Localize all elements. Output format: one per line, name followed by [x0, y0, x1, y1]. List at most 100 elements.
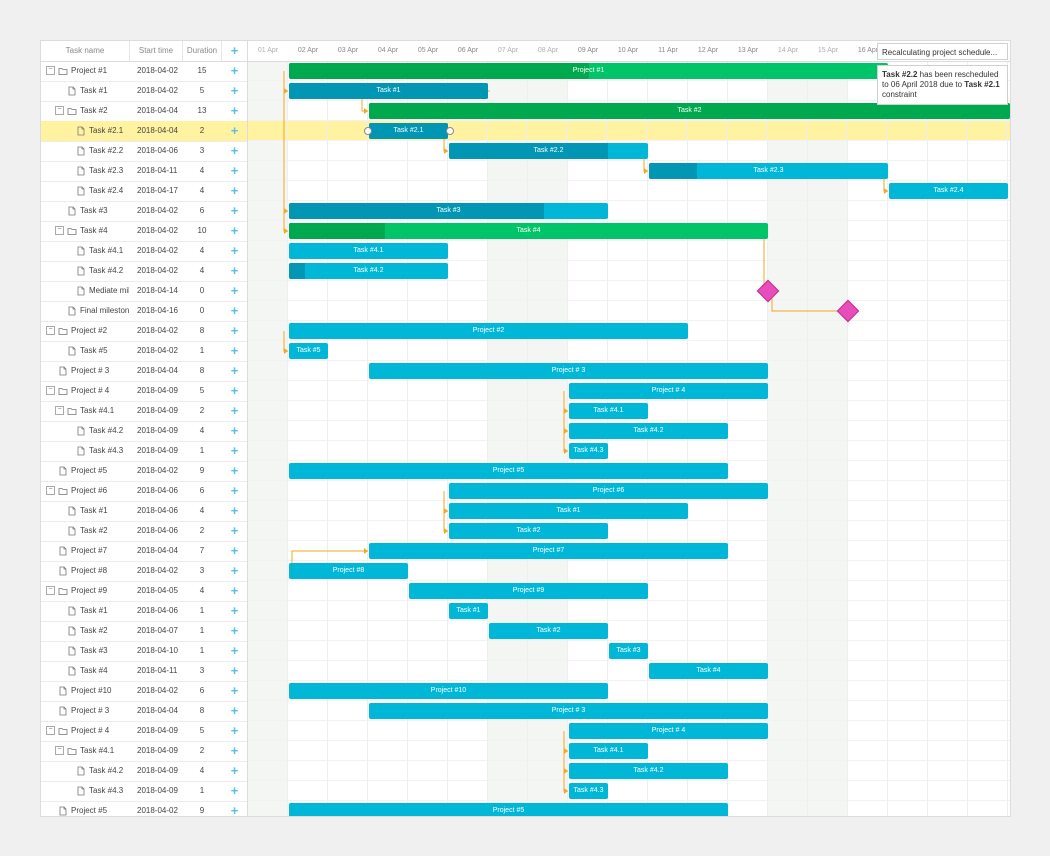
dependency-link[interactable] — [283, 331, 288, 352]
task-bar[interactable]: Task #4.2 — [289, 263, 448, 279]
grid-row[interactable]: − Project # 4 2018-04-09 5 + — [41, 381, 247, 402]
add-subtask-button[interactable]: + — [222, 641, 247, 661]
grid-row[interactable]: Task #4.3 2018-04-09 1 + — [41, 441, 247, 462]
task-bar[interactable]: Task #3 — [609, 643, 648, 659]
grid-row[interactable]: Project #7 2018-04-04 7 + — [41, 541, 247, 562]
grid-row[interactable]: Project # 3 2018-04-04 8 + — [41, 361, 247, 382]
add-subtask-button[interactable]: + — [222, 361, 247, 381]
collapse-toggle-icon[interactable]: − — [55, 226, 64, 236]
task-bar[interactable]: Task #2 — [489, 623, 608, 639]
dependency-link[interactable] — [563, 391, 568, 452]
grid-row[interactable]: Project #8 2018-04-02 3 + — [41, 561, 247, 582]
task-bar[interactable]: Task #1 — [289, 83, 488, 99]
grid-row[interactable]: Task #3 2018-04-02 6 + — [41, 201, 247, 222]
task-bar[interactable]: Project #5 — [289, 803, 728, 816]
add-subtask-button[interactable]: + — [222, 101, 247, 121]
grid-row[interactable]: − Task #4.1 2018-04-09 2 + — [41, 741, 247, 762]
task-bar[interactable]: Task #4.2 — [569, 763, 728, 779]
task-bar[interactable]: Task #4.3 — [569, 783, 608, 799]
add-subtask-button[interactable]: + — [222, 301, 247, 321]
dependency-link[interactable] — [771, 291, 848, 312]
add-subtask-button[interactable]: + — [222, 161, 247, 181]
grid-row[interactable]: Mediate mile 2018-04-14 0 + — [41, 281, 247, 302]
grid-row[interactable]: Final milestone 2018-04-16 0 + — [41, 301, 247, 322]
column-header-duration[interactable]: Duration — [183, 41, 222, 61]
task-bar[interactable]: Task #1 — [449, 603, 488, 619]
dependency-link[interactable] — [443, 491, 448, 512]
task-bar[interactable]: Project # 3 — [369, 363, 768, 379]
add-subtask-button[interactable]: + — [222, 421, 247, 441]
task-bar[interactable]: Task #2.3 — [649, 163, 888, 179]
task-bar[interactable]: Task #4.1 — [289, 243, 448, 259]
task-bar[interactable]: Project #2 — [289, 323, 688, 339]
task-bar[interactable]: Task #1 — [449, 503, 688, 519]
grid-row[interactable]: Task #1 2018-04-06 1 + — [41, 601, 247, 622]
dependency-link[interactable] — [563, 391, 568, 412]
grid-row[interactable]: Task #4.2 2018-04-02 4 + — [41, 261, 247, 282]
add-subtask-button[interactable]: + — [222, 501, 247, 521]
dependency-link[interactable] — [283, 71, 288, 232]
add-subtask-button[interactable]: + — [222, 581, 247, 601]
grid-row[interactable]: − Project #6 2018-04-06 6 + — [41, 481, 247, 502]
add-subtask-button[interactable]: + — [222, 221, 247, 241]
add-subtask-button[interactable]: + — [222, 141, 247, 161]
grid-row[interactable]: Task #4 2018-04-11 3 + — [41, 661, 247, 682]
grid-row[interactable]: Project # 3 2018-04-04 8 + — [41, 701, 247, 722]
collapse-toggle-icon[interactable]: − — [46, 486, 55, 496]
add-subtask-button[interactable]: + — [222, 781, 247, 801]
add-subtask-button[interactable]: + — [222, 261, 247, 281]
add-subtask-button[interactable]: + — [222, 401, 247, 421]
grid-row[interactable]: Task #2 2018-04-07 1 + — [41, 621, 247, 642]
add-subtask-button[interactable]: + — [222, 801, 247, 816]
column-header-task-name[interactable]: Task name — [41, 41, 130, 61]
grid-row[interactable]: − Project #2 2018-04-02 8 + — [41, 321, 247, 342]
add-subtask-button[interactable]: + — [222, 201, 247, 221]
add-subtask-button[interactable]: + — [222, 681, 247, 701]
collapse-toggle-icon[interactable]: − — [46, 586, 55, 596]
dependency-link[interactable] — [283, 71, 288, 92]
add-subtask-button[interactable]: + — [222, 181, 247, 201]
add-subtask-button[interactable]: + — [222, 661, 247, 681]
add-subtask-button[interactable]: + — [222, 121, 247, 141]
task-bar[interactable]: Task #2.4 — [889, 183, 1008, 199]
grid-row[interactable]: Project #5 2018-04-02 9 + — [41, 461, 247, 482]
add-subtask-button[interactable]: + — [222, 321, 247, 341]
collapse-toggle-icon[interactable]: − — [55, 746, 64, 756]
grid-row[interactable]: Task #2.3 2018-04-11 4 + — [41, 161, 247, 182]
link-handle[interactable] — [446, 127, 454, 135]
grid-row[interactable]: − Project # 4 2018-04-09 5 + — [41, 721, 247, 742]
task-bar[interactable]: Task #2.1 — [369, 123, 448, 139]
task-bar[interactable]: Project #5 — [289, 463, 728, 479]
task-bar[interactable]: Task #4.2 — [569, 423, 728, 439]
collapse-toggle-icon[interactable]: − — [46, 66, 55, 76]
collapse-toggle-icon[interactable]: − — [46, 726, 55, 736]
column-header-start-time[interactable]: Start time — [130, 41, 183, 61]
task-bar[interactable]: Task #2 — [369, 103, 1010, 119]
add-subtask-button[interactable]: + — [222, 341, 247, 361]
task-bar[interactable]: Project #10 — [289, 683, 608, 699]
grid-row[interactable]: Task #5 2018-04-02 1 + — [41, 341, 247, 362]
grid-row[interactable]: Task #4.2 2018-04-09 4 + — [41, 421, 247, 442]
add-subtask-button[interactable]: + — [222, 461, 247, 481]
add-subtask-button[interactable]: + — [222, 701, 247, 721]
grid-row[interactable]: Task #3 2018-04-10 1 + — [41, 641, 247, 662]
task-bar[interactable]: Project #9 — [409, 583, 648, 599]
add-subtask-button[interactable]: + — [222, 761, 247, 781]
add-subtask-button[interactable]: + — [222, 541, 247, 561]
add-task-header-button[interactable]: + — [222, 41, 247, 61]
grid-row[interactable]: − Task #4 2018-04-02 10 + — [41, 221, 247, 242]
collapse-toggle-icon[interactable]: − — [46, 386, 55, 396]
add-subtask-button[interactable]: + — [222, 81, 247, 101]
grid-row[interactable]: Task #2.1 2018-04-04 2 + — [41, 121, 247, 142]
task-bar[interactable]: Task #2.2 — [449, 143, 648, 159]
grid-row[interactable]: Task #4.1 2018-04-02 4 + — [41, 241, 247, 262]
collapse-toggle-icon[interactable]: − — [55, 406, 64, 416]
task-bar[interactable]: Project # 4 — [569, 383, 768, 399]
grid-row[interactable]: Task #4.2 2018-04-09 4 + — [41, 761, 247, 782]
add-subtask-button[interactable]: + — [222, 481, 247, 501]
grid-row[interactable]: Project #5 2018-04-02 9 + — [41, 801, 247, 816]
grid-row[interactable]: − Project #9 2018-04-05 4 + — [41, 581, 247, 602]
dependency-link[interactable] — [563, 731, 568, 752]
grid-row[interactable]: Task #2 2018-04-06 2 + — [41, 521, 247, 542]
grid-row[interactable]: Task #4.3 2018-04-09 1 + — [41, 781, 247, 802]
